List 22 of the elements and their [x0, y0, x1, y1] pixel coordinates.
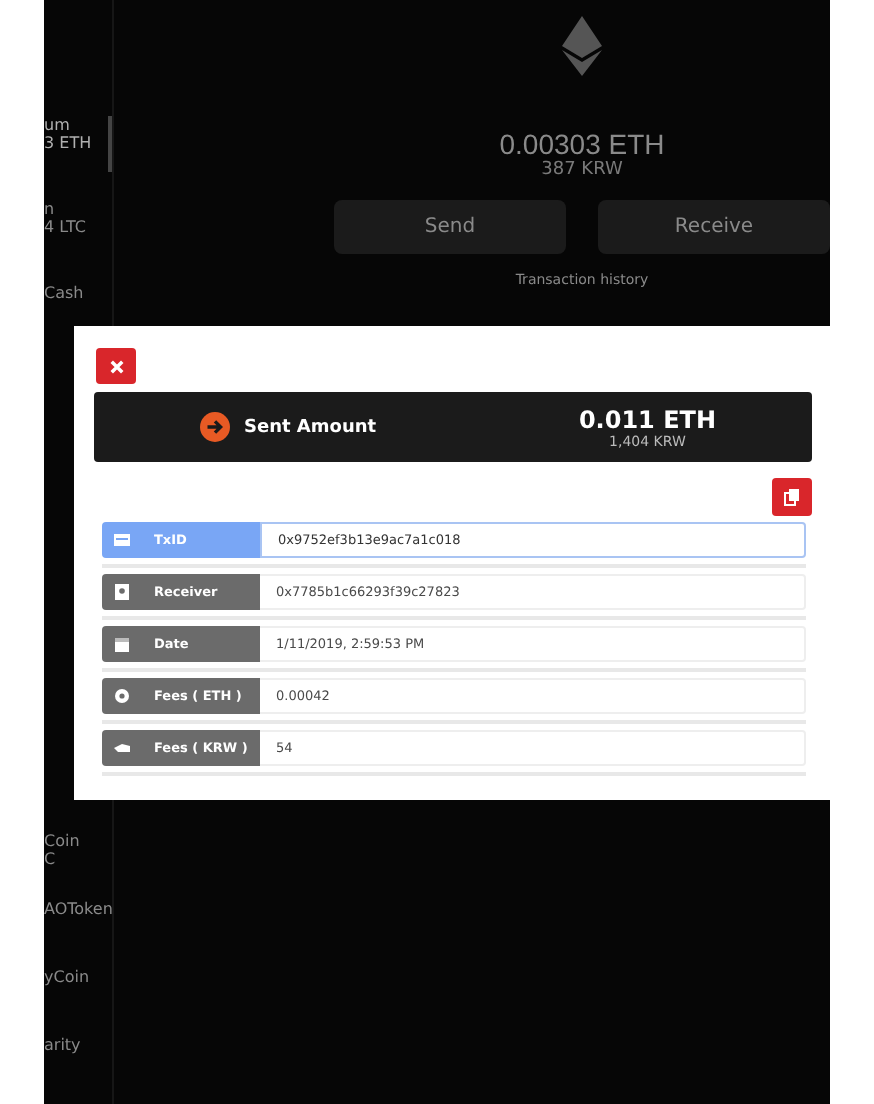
coin-item[interactable]: um 3 ETH — [44, 116, 112, 172]
coin-item[interactable]: Coin C — [44, 832, 112, 888]
wallet-button[interactable]: Send — [334, 200, 566, 254]
close-icon — [109, 359, 123, 373]
arrow-right-icon — [200, 412, 230, 442]
copy-icon — [784, 488, 800, 506]
copy-button[interactable] — [772, 478, 812, 516]
coin-item[interactable]: yCoin — [44, 968, 112, 1024]
gear-icon — [114, 688, 130, 704]
coin-item[interactable]: arity — [44, 1036, 112, 1092]
coin-item[interactable]: AOToken — [44, 900, 112, 956]
balance-fiat: 387 KRW — [541, 160, 623, 180]
card-icon — [114, 532, 130, 548]
calendar-icon — [114, 636, 130, 652]
balance-amount: 0.00303 ETH — [499, 128, 665, 160]
summary-label: Sent Amount — [244, 417, 377, 437]
diamond-icon — [562, 16, 602, 76]
coin-item[interactable]: n 4 LTC — [44, 200, 112, 256]
sent-amount: 0.011 ETH — [578, 405, 716, 433]
wallet-button[interactable]: Receive — [598, 200, 830, 254]
contact-icon — [114, 584, 130, 600]
close-button[interactable] — [96, 348, 136, 384]
